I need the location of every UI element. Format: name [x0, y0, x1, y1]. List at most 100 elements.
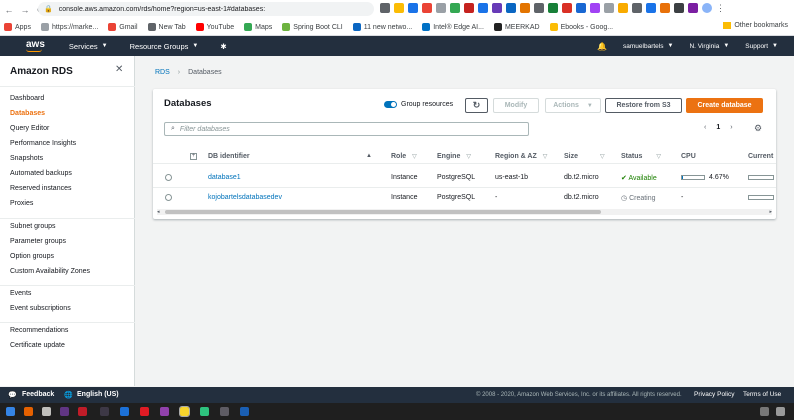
sidebar-item-proxies[interactable]: Proxies: [10, 200, 33, 207]
sidebar-item-automated-backups[interactable]: Automated backups: [10, 170, 72, 177]
bookmark-item[interactable]: Spring Boot CLI: [282, 23, 343, 31]
sidebar-item-certificate-update[interactable]: Certificate update: [10, 342, 65, 349]
sidebar-item-custom-availability-zones[interactable]: Custom Availability Zones: [10, 268, 90, 275]
sidebar-item-parameter-groups[interactable]: Parameter groups: [10, 238, 66, 245]
pin-icon[interactable]: ✱: [220, 42, 226, 51]
key-icon[interactable]: [380, 3, 390, 13]
bookmark-item[interactable]: MEERKAD: [493, 23, 540, 31]
expand-all-icon[interactable]: +: [190, 153, 197, 160]
extension-icon[interactable]: [422, 3, 432, 13]
col-engine[interactable]: Engine ▽: [437, 153, 471, 160]
extension-icon[interactable]: [506, 3, 516, 13]
horizontal-scrollbar[interactable]: ◂ ▸: [157, 209, 772, 215]
bookmark-item[interactable]: Maps: [244, 23, 272, 31]
actions-button[interactable]: Actions ▼: [545, 98, 601, 113]
close-icon[interactable]: ✕: [115, 64, 123, 75]
create-database-button[interactable]: Create database: [686, 98, 763, 113]
sidebar-item-performance-insights[interactable]: Performance Insights: [10, 140, 76, 147]
chevron-left-icon[interactable]: ‹: [704, 124, 706, 131]
sidebar-item-event-subscriptions[interactable]: Event subscriptions: [10, 305, 71, 312]
sidebar-item-subnet-groups[interactable]: Subnet groups: [10, 223, 56, 230]
extension-icon[interactable]: [590, 3, 600, 13]
sidebar-item-option-groups[interactable]: Option groups: [10, 253, 54, 260]
sidebar-item-recommendations[interactable]: Recommendations: [10, 327, 68, 334]
star-icon[interactable]: [394, 3, 404, 13]
db-identifier-link[interactable]: database1: [208, 174, 241, 181]
sidebar-item-reserved-instances[interactable]: Reserved instances: [10, 185, 71, 192]
bookmark-item[interactable]: Gmail: [108, 23, 138, 31]
db-identifier-link[interactable]: kojobartelsdatabasedev: [208, 194, 282, 201]
refresh-button[interactable]: ↻: [465, 98, 488, 113]
col-region[interactable]: Region & AZ ▽: [495, 153, 547, 160]
sidebar-item-snapshots[interactable]: Snapshots: [10, 155, 43, 162]
extension-icon[interactable]: [464, 3, 474, 13]
row-select-radio[interactable]: [165, 194, 172, 201]
extension-icon[interactable]: [632, 3, 642, 13]
bookmark-item[interactable]: Ebooks - Goog...: [549, 23, 613, 31]
bookmark-item[interactable]: Intel® Edge AI...: [422, 23, 484, 31]
sidebar-item-events[interactable]: Events: [10, 290, 31, 297]
taskbar-app-icon[interactable]: [120, 407, 129, 416]
bookmark-item[interactable]: 11 new netwo...: [352, 23, 412, 31]
scrollbar-thumb[interactable]: [165, 210, 601, 214]
app-launcher-icon[interactable]: [6, 407, 15, 416]
extension-icon[interactable]: [548, 3, 558, 13]
extension-icon[interactable]: [408, 3, 418, 13]
col-current[interactable]: Current: [748, 153, 773, 160]
tray-icon[interactable]: [760, 407, 769, 416]
bookmark-item[interactable]: New Tab: [147, 23, 186, 31]
profile-avatar[interactable]: [702, 3, 712, 13]
other-bookmarks[interactable]: Other bookmarks: [723, 22, 788, 29]
col-size[interactable]: Size ▽: [564, 153, 605, 160]
address-bar[interactable]: 🔒 console.aws.amazon.com/rds/home?region…: [38, 2, 374, 16]
col-cpu[interactable]: CPU: [681, 153, 696, 160]
extension-icon[interactable]: [562, 3, 572, 13]
forward-icon[interactable]: →: [18, 3, 32, 17]
services-menu[interactable]: Services ▼: [69, 42, 108, 51]
extension-icon[interactable]: [688, 3, 698, 13]
col-status[interactable]: Status ▽: [621, 153, 661, 160]
extension-icon[interactable]: [520, 3, 530, 13]
restore-from-s3-button[interactable]: Restore from S3: [605, 98, 682, 113]
sidebar-item-databases[interactable]: Databases: [10, 110, 45, 117]
table-row[interactable]: database1 Instance PostgreSQL us-east-1b…: [153, 168, 776, 188]
col-db-identifier[interactable]: DB identifier: [208, 153, 250, 160]
extension-icon[interactable]: [674, 3, 684, 13]
bookmark-item[interactable]: Apps: [4, 23, 31, 31]
bookmark-item[interactable]: YouTube: [195, 23, 234, 31]
taskbar-app-icon[interactable]: [100, 407, 109, 416]
modify-button[interactable]: Modify: [493, 98, 539, 113]
extension-icon[interactable]: [478, 3, 488, 13]
bell-icon[interactable]: 🔔: [597, 42, 607, 51]
bookmark-item[interactable]: https://marke...: [40, 23, 98, 31]
breadcrumb-rds[interactable]: RDS: [155, 69, 170, 76]
row-select-radio[interactable]: [165, 174, 172, 181]
extension-icon[interactable]: [604, 3, 614, 13]
extension-icon[interactable]: [492, 3, 502, 13]
extension-icon[interactable]: [534, 3, 544, 13]
extension-icon[interactable]: [660, 3, 670, 13]
taskbar-app-icon[interactable]: [160, 407, 169, 416]
extension-icon[interactable]: [576, 3, 586, 13]
support-menu[interactable]: Support ▼: [745, 43, 778, 50]
extension-icon[interactable]: [646, 3, 656, 13]
chevron-right-icon[interactable]: ›: [730, 124, 732, 131]
privacy-policy-link[interactable]: Privacy Policy: [694, 391, 734, 398]
sidebar-item-query-editor[interactable]: Query Editor: [10, 125, 49, 132]
feedback-link[interactable]: Feedback: [22, 391, 54, 398]
filter-databases-input[interactable]: ⌕ Filter databases: [164, 122, 529, 136]
current-page[interactable]: 1: [716, 124, 720, 131]
scroll-left-icon[interactable]: ◂: [157, 209, 160, 215]
taskbar-app-icon[interactable]: [140, 407, 149, 416]
terms-of-use-link[interactable]: Terms of Use: [743, 391, 781, 398]
col-role[interactable]: Role ▽: [391, 153, 417, 160]
tray-icon[interactable]: [776, 407, 785, 416]
aws-logo[interactable]: aws: [26, 39, 45, 52]
chrome-icon[interactable]: [179, 406, 190, 417]
taskbar-app-icon[interactable]: [220, 407, 229, 416]
back-icon[interactable]: ←: [2, 3, 16, 17]
taskbar-app-icon[interactable]: [78, 407, 87, 416]
extension-icon[interactable]: [450, 3, 460, 13]
taskbar-app-icon[interactable]: [24, 407, 33, 416]
scroll-right-icon[interactable]: ▸: [769, 209, 772, 215]
